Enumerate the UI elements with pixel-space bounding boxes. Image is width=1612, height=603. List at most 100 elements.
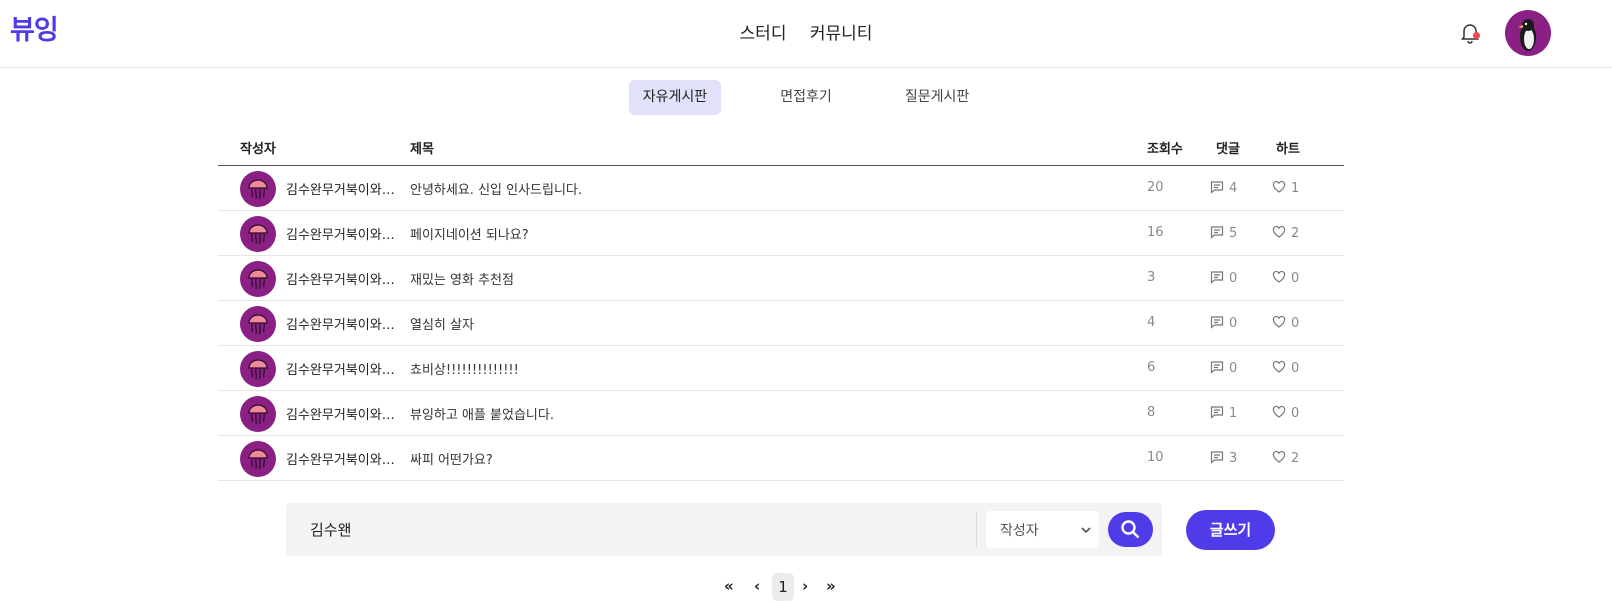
- comment-icon: [1210, 181, 1224, 194]
- post-author[interactable]: 김수완무거북이와두루미: [286, 179, 402, 198]
- comment-count: 0: [1229, 316, 1238, 331]
- penguin-icon: [1518, 19, 1536, 51]
- heart-icon: [1272, 225, 1286, 238]
- heart-icon: [1272, 450, 1286, 463]
- post-comments: 0: [1210, 270, 1237, 286]
- top-header: 뷰잉 스터디 커뮤니티: [0, 0, 1612, 68]
- post-author[interactable]: 김수완무거북이와두루미: [286, 314, 402, 333]
- post-title[interactable]: 페이지네이션 되나요?: [410, 224, 529, 243]
- post-comments: 3: [1210, 450, 1237, 466]
- comment-icon: [1210, 361, 1224, 374]
- chevron-down-icon: [1081, 527, 1091, 534]
- last-page-button[interactable]: »: [826, 577, 836, 595]
- tab-interview-review[interactable]: 면접후기: [766, 80, 846, 115]
- comment-count: 0: [1229, 271, 1238, 286]
- nav-community[interactable]: 커뮤니티: [810, 19, 873, 44]
- post-title[interactable]: 안녕하세요. 신입 인사드립니다.: [410, 179, 582, 198]
- post-views: 10: [1147, 450, 1164, 465]
- comment-count: 0: [1229, 361, 1238, 376]
- board-tabs: 자유게시판 면접후기 질문게시판: [0, 80, 1612, 115]
- nav-study[interactable]: 스터디: [740, 19, 787, 44]
- post-author[interactable]: 김수완무거북이와두루미: [286, 359, 402, 378]
- col-author: 작성자: [240, 142, 276, 157]
- next-page-button[interactable]: ›: [802, 577, 808, 595]
- heart-count: 0: [1291, 271, 1300, 286]
- search-button[interactable]: [1108, 512, 1153, 547]
- tab-free-board[interactable]: 자유게시판: [628, 80, 722, 115]
- table-row[interactable]: 김수완무거북이와두루미 안녕하세요. 신입 인사드립니다. 20 4 1: [218, 166, 1344, 211]
- post-comments: 0: [1210, 315, 1237, 331]
- page-1[interactable]: 1: [772, 573, 794, 601]
- post-comments: 1: [1210, 405, 1237, 421]
- comment-count: 5: [1229, 226, 1238, 241]
- post-comments: 5: [1210, 225, 1237, 241]
- post-views: 6: [1147, 360, 1156, 375]
- post-table: 작성자 제목 조회수 댓글 하트 김수완무거북이와두루미 안녕하세요. 신입 인사…: [218, 127, 1344, 481]
- heart-count: 0: [1291, 361, 1300, 376]
- table-row[interactable]: 김수완무거북이와두루미 싸피 어떤가요? 10 3 2: [218, 436, 1344, 481]
- post-title[interactable]: 재밌는 영화 추천점: [410, 269, 514, 288]
- post-views: 20: [1147, 180, 1164, 195]
- comment-icon: [1210, 316, 1224, 329]
- heart-count: 0: [1291, 406, 1300, 421]
- heart-icon: [1272, 315, 1286, 328]
- heart-count: 2: [1291, 451, 1300, 466]
- post-author[interactable]: 김수완무거북이와두루미: [286, 449, 402, 468]
- post-hearts: 0: [1272, 270, 1299, 286]
- search-bar: 김수왠 작성자: [286, 503, 1162, 556]
- post-hearts: 0: [1272, 315, 1299, 331]
- post-views: 4: [1147, 315, 1156, 330]
- post-author[interactable]: 김수완무거북이와두루미: [286, 269, 402, 288]
- comment-icon: [1210, 406, 1224, 419]
- post-views: 3: [1147, 270, 1156, 285]
- post-views: 8: [1147, 405, 1156, 420]
- author-avatar: [240, 171, 276, 207]
- post-title[interactable]: 뷰잉하고 애플 붙었습니다.: [410, 404, 554, 423]
- comment-icon: [1210, 226, 1224, 239]
- jellyfish-icon: [248, 224, 268, 245]
- table-header: 작성자 제목 조회수 댓글 하트: [218, 127, 1344, 166]
- author-avatar: [240, 351, 276, 387]
- divider: [976, 512, 977, 547]
- notification-dot: [1473, 32, 1480, 39]
- heart-icon: [1272, 270, 1286, 283]
- comment-count: 4: [1229, 181, 1238, 196]
- table-row[interactable]: 김수완무거북이와두루미 페이지네이션 되나요? 16 5 2: [218, 211, 1344, 256]
- table-row[interactable]: 김수완무거북이와두루미 쵸비상!!!!!!!!!!!!!! 6 0 0: [218, 346, 1344, 391]
- table-row[interactable]: 김수완무거북이와두루미 열심히 살자 4 0 0: [218, 301, 1344, 346]
- post-title[interactable]: 열심히 살자: [410, 314, 474, 333]
- heart-icon: [1272, 405, 1286, 418]
- jellyfish-icon: [248, 269, 268, 290]
- table-row[interactable]: 김수완무거북이와두루미 뷰잉하고 애플 붙었습니다. 8 1 0: [218, 391, 1344, 436]
- tab-question-board[interactable]: 질문게시판: [891, 80, 983, 115]
- profile-avatar[interactable]: [1505, 10, 1551, 56]
- main-nav: 스터디 커뮤니티: [0, 19, 1612, 44]
- heart-icon: [1272, 360, 1286, 373]
- post-author[interactable]: 김수완무거북이와두루미: [286, 404, 402, 423]
- author-avatar: [240, 216, 276, 252]
- comment-count: 3: [1229, 451, 1238, 466]
- select-value: 작성자: [1000, 523, 1039, 539]
- jellyfish-icon: [248, 404, 268, 425]
- post-author[interactable]: 김수완무거북이와두루미: [286, 224, 402, 243]
- jellyfish-icon: [248, 449, 268, 470]
- post-title[interactable]: 쵸비상!!!!!!!!!!!!!!: [410, 359, 519, 378]
- table-row[interactable]: 김수완무거북이와두루미 재밌는 영화 추천점 3 0 0: [218, 256, 1344, 301]
- col-hearts: 하트: [1276, 142, 1300, 157]
- col-views: 조회수: [1147, 142, 1183, 157]
- search-input[interactable]: 김수왠: [310, 519, 351, 540]
- heart-count: 2: [1291, 226, 1300, 241]
- post-hearts: 0: [1272, 360, 1299, 376]
- write-button[interactable]: 글쓰기: [1186, 510, 1275, 550]
- post-hearts: 1: [1272, 180, 1299, 196]
- jellyfish-icon: [248, 314, 268, 335]
- post-hearts: 2: [1272, 225, 1299, 241]
- post-title[interactable]: 싸피 어떤가요?: [410, 449, 493, 468]
- col-comments: 댓글: [1216, 142, 1240, 157]
- post-comments: 0: [1210, 360, 1237, 376]
- post-hearts: 2: [1272, 450, 1299, 466]
- first-page-button[interactable]: «: [724, 577, 734, 595]
- search-filter-select[interactable]: 작성자: [986, 511, 1099, 548]
- heart-count: 0: [1291, 316, 1300, 331]
- prev-page-button[interactable]: ‹: [754, 577, 760, 595]
